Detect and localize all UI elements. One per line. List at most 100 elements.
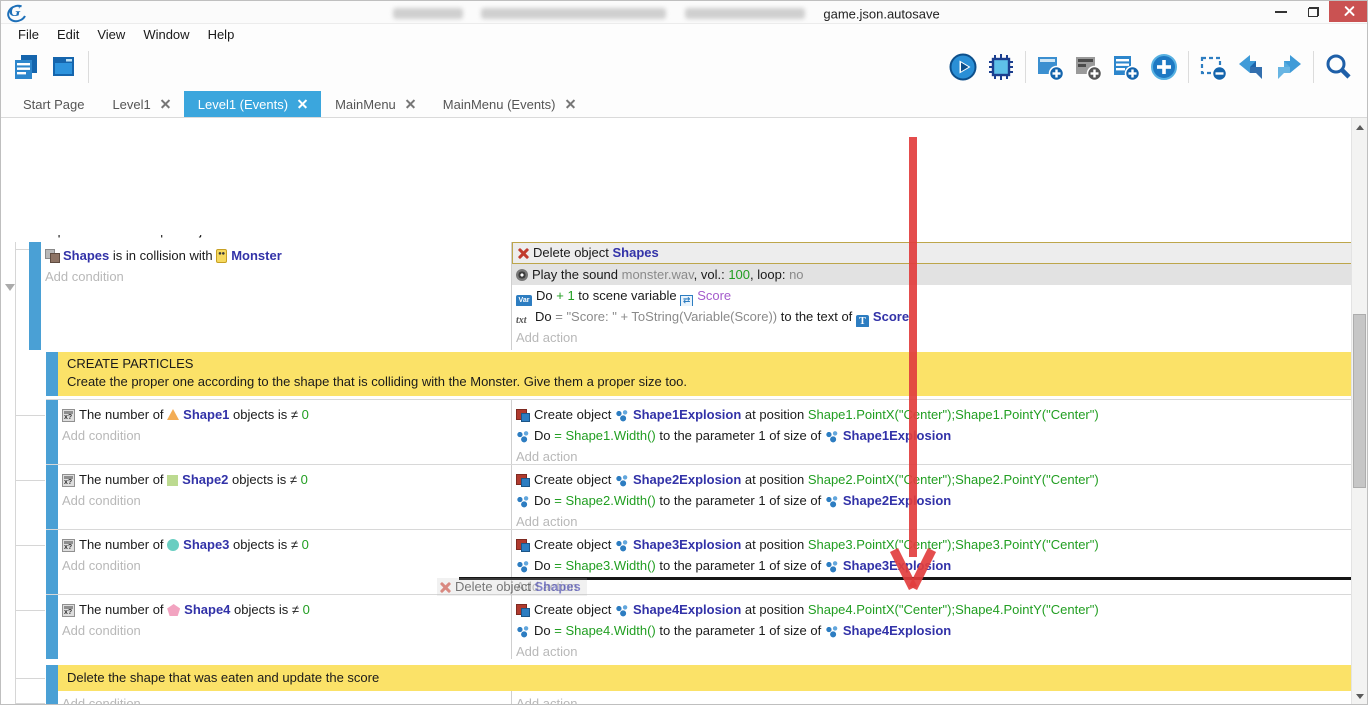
action-row[interactable]: Do = Shape2.Width() to the parameter 1 o… <box>512 490 1353 511</box>
minimize-button[interactable] <box>1265 1 1297 22</box>
text-segment: = Shape3.Width() <box>554 558 656 573</box>
add-condition-link[interactable]: Add condition <box>41 266 511 287</box>
tab-close-icon[interactable] <box>298 100 307 109</box>
add-condition-link[interactable]: Add condition <box>58 620 511 641</box>
subevent-shape4[interactable]: The number of Shape4 objects is ≠ 0 Add … <box>46 594 1353 659</box>
comment-text: Delete the shape that was eaten and upda… <box>67 669 1344 687</box>
action-row[interactable]: Create object Shape2Explosion at positio… <box>512 469 1353 490</box>
event-repeat-shapes[interactable]: Shapes is in collision with Monster Add … <box>29 242 1353 350</box>
add-action-link[interactable]: Add action <box>512 327 1353 348</box>
condition-row[interactable]: The number of Shape1 objects is ≠ 0 <box>58 404 511 425</box>
particles-icon <box>615 474 629 487</box>
menubar: File Edit View Window Help <box>1 23 1367 44</box>
condition-row[interactable]: The number of Shape2 objects is ≠ 0 <box>58 469 511 490</box>
collapse-arrow-icon[interactable] <box>5 284 15 291</box>
add-action-link[interactable]: Add action <box>512 693 1353 705</box>
subevent-drop-target[interactable]: Add condition Add action <box>46 691 1353 705</box>
remove-event-icon[interactable] <box>1196 50 1230 84</box>
tree-guide-line <box>15 610 45 611</box>
add-condition-link[interactable]: Add condition <box>58 555 511 576</box>
add-comment-icon[interactable] <box>1109 50 1143 84</box>
preview-play-icon[interactable] <box>946 50 980 84</box>
add-condition-link[interactable]: Add condition <box>58 425 511 446</box>
text-segment: The number of <box>79 472 167 487</box>
subevent-shape1[interactable]: The number of Shape1 objects is ≠ 0 Add … <box>46 399 1353 464</box>
action-row[interactable]: Do = Shape4.Width() to the parameter 1 o… <box>512 620 1353 641</box>
action-row[interactable]: Do = Shape1.Width() to the parameter 1 o… <box>512 425 1353 446</box>
particles-icon <box>516 495 530 508</box>
tab-mainmenu[interactable]: MainMenu <box>321 91 429 117</box>
tab-mainmenu-events[interactable]: MainMenu (Events) <box>429 91 589 117</box>
debug-icon[interactable] <box>984 50 1018 84</box>
event-bar <box>46 530 58 594</box>
tab-close-icon[interactable] <box>161 100 170 109</box>
redo-icon[interactable] <box>1272 50 1306 84</box>
text-segment: objects is ≠ <box>228 472 300 487</box>
add-event-icon[interactable] <box>1033 50 1067 84</box>
condition-row[interactable]: Shapes is in collision with Monster <box>41 245 511 266</box>
event-bar <box>29 242 41 350</box>
text-segment: monster.wav <box>622 267 694 282</box>
tab-close-icon[interactable] <box>406 100 415 109</box>
event-bar <box>46 665 58 691</box>
comment-create-particles[interactable]: CREATE PARTICLES Create the proper one a… <box>46 352 1353 396</box>
text-segment: no <box>789 267 803 282</box>
add-action-link[interactable]: Add action <box>512 641 1353 662</box>
menu-help[interactable]: Help <box>199 27 244 42</box>
menu-view[interactable]: View <box>88 27 134 42</box>
titlebar: game.json.autosave <box>1 1 1367 23</box>
text-segment: + 1 <box>556 288 574 303</box>
project-manager-icon[interactable] <box>9 50 43 84</box>
add-sub-event-icon[interactable] <box>1071 50 1105 84</box>
action-row[interactable]: Do = "Score: " + ToString(Variable(Score… <box>512 306 1353 327</box>
comment-delete-shape[interactable]: Delete the shape that was eaten and upda… <box>46 665 1353 691</box>
shape1-triangle-icon <box>167 409 179 420</box>
scroll-down-icon[interactable] <box>1356 694 1364 699</box>
tab-level1-events[interactable]: Level1 (Events) <box>184 91 321 117</box>
action-row[interactable]: Create object Shape3Explosion at positio… <box>512 534 1353 555</box>
restore-button[interactable] <box>1297 1 1329 22</box>
text-segment: Shape3Explosion <box>633 537 741 552</box>
action-row[interactable]: Play the sound monster.wav, vol.: 100, l… <box>512 264 1353 285</box>
add-condition-link[interactable]: Add condition <box>58 693 511 705</box>
text-segment: Score <box>697 288 731 303</box>
action-row[interactable]: Create object Shape4Explosion at positio… <box>512 599 1353 620</box>
menu-window[interactable]: Window <box>134 27 198 42</box>
action-row[interactable]: Do + 1 to scene variable Score <box>512 285 1353 306</box>
particles-icon <box>615 604 629 617</box>
scrollbar-thumb[interactable] <box>1353 314 1366 488</box>
tab-label: Start Page <box>23 97 84 112</box>
text-segment: Shape4 <box>184 602 230 617</box>
text-segment: to the parameter 1 of size of <box>656 493 825 508</box>
action-row-selected[interactable]: Delete object Shapes <box>512 242 1353 264</box>
menu-file[interactable]: File <box>9 27 48 42</box>
subevent-shape3[interactable]: The number of Shape3 objects is ≠ 0 Add … <box>46 529 1353 594</box>
search-icon[interactable] <box>1321 50 1355 84</box>
scene-editor-icon[interactable] <box>47 50 81 84</box>
condition-row[interactable]: The number of Shape4 objects is ≠ 0 <box>58 599 511 620</box>
scroll-up-icon[interactable] <box>1356 125 1364 130</box>
add-special-event-icon[interactable] <box>1147 50 1181 84</box>
text-segment: Shape2 <box>182 472 228 487</box>
tabbar: Start Page Level1 Level1 (Events) MainMe… <box>1 91 1367 118</box>
text-segment: Shape1Explosion <box>843 428 951 443</box>
tab-close-icon[interactable] <box>566 100 575 109</box>
text-object-icon <box>856 315 869 327</box>
shape4-pentagon-icon <box>167 604 180 616</box>
condition-row[interactable]: The number of Shape3 objects is ≠ 0 <box>58 534 511 555</box>
undo-icon[interactable] <box>1234 50 1268 84</box>
particles-icon <box>825 560 839 573</box>
text-segment: at position <box>741 472 808 487</box>
menu-edit[interactable]: Edit <box>48 27 88 42</box>
tab-start-page[interactable]: Start Page <box>9 91 98 117</box>
add-condition-link[interactable]: Add condition <box>58 490 511 511</box>
close-button[interactable] <box>1329 1 1368 22</box>
action-row[interactable]: Create object Shape1Explosion at positio… <box>512 404 1353 425</box>
subevent-shape2[interactable]: The number of Shape2 objects is ≠ 0 Add … <box>46 464 1353 529</box>
tab-level1[interactable]: Level1 <box>98 91 183 117</box>
action-row[interactable]: Do = Shape3.Width() to the parameter 1 o… <box>512 555 1353 576</box>
text-segment: , vol.: <box>694 267 729 282</box>
close-icon <box>1344 6 1355 17</box>
monster-icon <box>216 249 227 263</box>
gdevelop-logo-icon <box>9 3 27 21</box>
